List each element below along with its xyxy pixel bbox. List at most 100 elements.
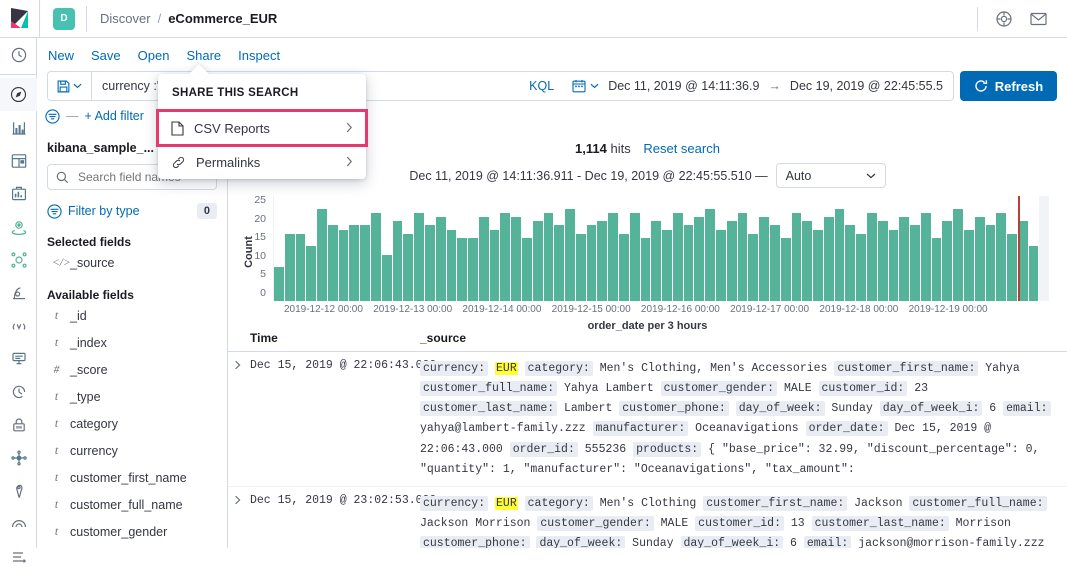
date-end-button[interactable]: Dec 19, 2019 @ 22:45:55.5 <box>790 79 943 93</box>
rail-item-machine-learning-icon[interactable] <box>0 243 37 276</box>
table-row[interactable]: Dec 15, 2019 @ 22:06:43.000 currency: EU… <box>228 352 1067 487</box>
share-menu-item-permalinks[interactable]: Permalinks <box>158 145 366 179</box>
chart-bar[interactable] <box>554 225 565 301</box>
chart-bar[interactable] <box>974 217 985 301</box>
chart-bar[interactable] <box>543 212 554 301</box>
chart-bar[interactable] <box>317 208 327 301</box>
breadcrumb-discover[interactable]: Discover <box>100 11 151 26</box>
chart-bar[interactable] <box>716 229 726 301</box>
chart-bar[interactable] <box>834 208 845 301</box>
chart-bar[interactable] <box>759 217 769 301</box>
rail-item-clock-recent-icon[interactable] <box>0 38 37 71</box>
chart-bar[interactable] <box>414 212 424 301</box>
chart-bar[interactable] <box>672 212 683 301</box>
query-language-button[interactable]: KQL <box>520 79 563 93</box>
histogram-chart[interactable]: Count 25 20 15 10 5 0 2019-12-12 00:00 2019-12… <box>228 194 1067 332</box>
chart-bar[interactable] <box>1028 246 1039 301</box>
chart-bar[interactable] <box>640 238 651 301</box>
rail-item-logs-icon[interactable] <box>0 342 37 375</box>
sidebar-field-currency[interactable]: t currency <box>47 437 217 464</box>
column-header-source[interactable]: _source <box>420 331 466 345</box>
rail-item-metrics-icon[interactable] <box>0 375 37 408</box>
chart-bar[interactable] <box>360 225 371 301</box>
chart-bar[interactable] <box>629 212 640 301</box>
chart-bar[interactable] <box>802 221 813 301</box>
chart-bar[interactable] <box>457 238 468 301</box>
chart-bar[interactable] <box>306 246 317 301</box>
chart-bar[interactable] <box>845 225 856 301</box>
rail-item-dev-tools-wrench-icon[interactable] <box>0 474 37 507</box>
chart-bar[interactable] <box>349 225 360 301</box>
chart-bar[interactable] <box>338 229 349 301</box>
sidebar-field-index[interactable]: t _index <box>47 329 217 356</box>
rail-item-management-icon[interactable] <box>0 540 37 573</box>
rail-item-apm-icon[interactable] <box>0 276 37 309</box>
chart-bar[interactable] <box>823 217 834 301</box>
chart-bar[interactable] <box>521 238 532 301</box>
chart-bar[interactable] <box>942 221 953 301</box>
chart-bar[interactable] <box>877 221 888 301</box>
rail-item-dashboard-icon[interactable] <box>0 144 37 177</box>
rail-item-graph-icon[interactable] <box>0 441 37 474</box>
chart-bar[interactable] <box>996 212 1007 301</box>
chart-bar[interactable] <box>920 212 931 301</box>
chart-bar[interactable] <box>489 229 500 301</box>
mail-icon[interactable] <box>1030 12 1047 26</box>
chart-bar[interactable] <box>500 212 511 301</box>
chart-bar[interactable] <box>586 225 597 301</box>
rail-item-maps-icon[interactable] <box>0 210 37 243</box>
sidebar-field-score[interactable]: # _score <box>47 356 217 383</box>
rail-item-security-lock-icon[interactable] <box>0 408 37 441</box>
chart-bar[interactable] <box>403 233 414 301</box>
chart-bar[interactable] <box>737 212 748 301</box>
share-menu-item-csv-reports[interactable]: CSV Reports <box>156 109 368 147</box>
column-header-time[interactable]: Time <box>250 331 420 345</box>
chart-bar[interactable] <box>608 212 618 301</box>
chart-bar[interactable] <box>791 212 802 301</box>
add-filter-button[interactable]: + Add filter <box>85 109 144 123</box>
chart-bar[interactable] <box>1007 233 1017 301</box>
chart-bar[interactable] <box>931 238 942 301</box>
interval-select[interactable]: Auto <box>775 163 886 188</box>
chart-bar[interactable] <box>565 208 575 301</box>
chart-bar[interactable] <box>899 217 910 301</box>
kibana-logo-icon[interactable] <box>0 0 40 38</box>
chart-bar[interactable] <box>284 233 295 301</box>
nav-save[interactable]: Save <box>91 48 121 63</box>
chart-bar[interactable] <box>683 225 694 301</box>
chart-bar[interactable] <box>726 221 737 301</box>
app-badge[interactable]: D <box>53 7 75 30</box>
chart-bar[interactable] <box>327 225 338 301</box>
chart-bar[interactable] <box>748 233 759 301</box>
rail-item-canvas-icon[interactable] <box>0 177 37 210</box>
chart-bar[interactable] <box>985 225 996 301</box>
chart-bar[interactable] <box>532 221 543 301</box>
chart-bar[interactable] <box>619 233 629 301</box>
saved-query-button[interactable] <box>48 72 92 100</box>
chart-bar[interactable] <box>705 208 716 301</box>
help-circle-icon[interactable] <box>996 10 1012 27</box>
sidebar-field-category[interactable]: t category <box>47 410 217 437</box>
chart-bar[interactable] <box>662 229 672 301</box>
expand-row-toggle[interactable] <box>228 359 250 480</box>
nav-open[interactable]: Open <box>138 48 170 63</box>
chart-bar[interactable] <box>910 225 920 301</box>
reset-search-link[interactable]: Reset search <box>643 141 720 156</box>
chart-bar[interactable] <box>964 229 974 301</box>
sidebar-field-customer-gender[interactable]: t customer_gender <box>47 518 217 545</box>
rail-item-compass-discover-icon[interactable] <box>0 78 37 111</box>
sidebar-field-customer-first-name[interactable]: t customer_first_name <box>47 464 217 491</box>
chart-bar[interactable] <box>468 238 478 301</box>
chart-bar[interactable] <box>392 221 403 301</box>
expand-row-toggle[interactable] <box>228 494 250 548</box>
filter-by-type-button[interactable]: Filter by type 0 <box>47 199 217 223</box>
chart-bar[interactable] <box>856 233 866 301</box>
rail-item-bar-chart-visualize-icon[interactable] <box>0 111 37 144</box>
sidebar-field-id[interactable]: t _id <box>47 302 217 329</box>
chart-bar[interactable] <box>597 221 608 301</box>
rail-item-monitoring-icon[interactable] <box>0 507 37 540</box>
filter-icon[interactable] <box>45 108 60 124</box>
chart-bar[interactable] <box>953 208 963 301</box>
chart-bar[interactable] <box>295 233 306 301</box>
chart-bar[interactable] <box>694 217 705 301</box>
